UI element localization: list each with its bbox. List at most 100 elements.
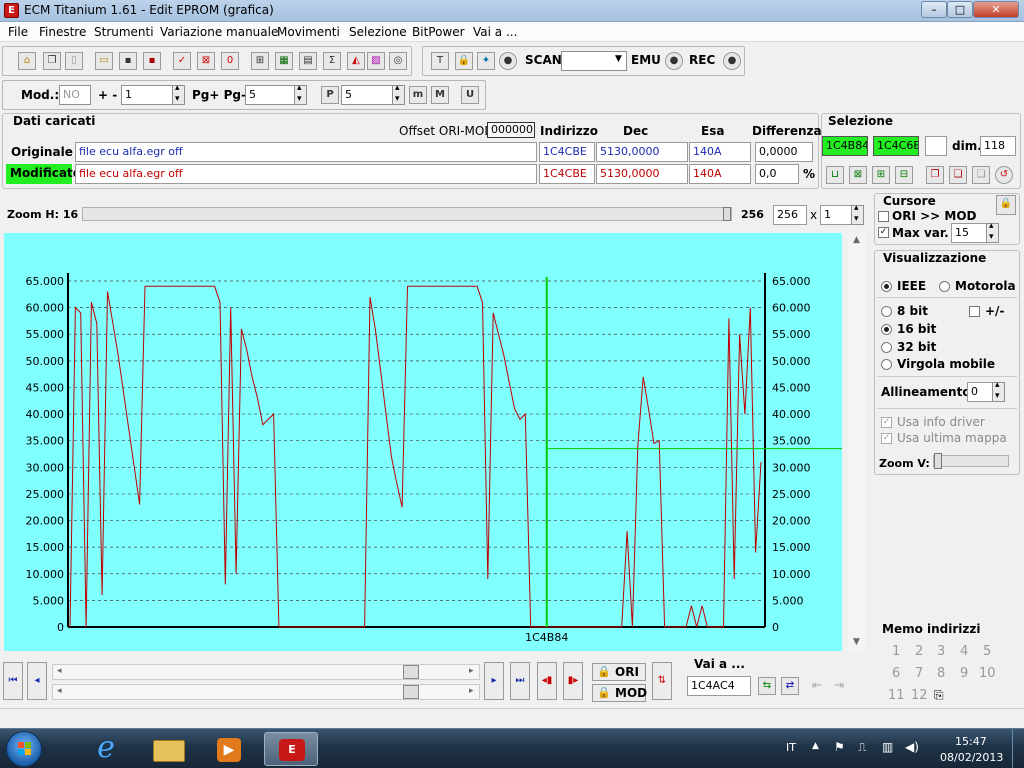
prev-page-icon[interactable]: ◂ — [27, 662, 47, 700]
zoom-h-slider[interactable] — [82, 207, 732, 221]
goto-ori-icon[interactable]: ⇆ — [758, 677, 776, 695]
scroll-left-icon[interactable]: ◂ — [57, 686, 62, 696]
tray-expand-icon[interactable]: ▲ — [812, 741, 819, 751]
menu-bitpower[interactable]: BitPower — [412, 25, 465, 39]
goto-mod-icon[interactable]: ⇄ — [781, 677, 799, 695]
runner-icon[interactable]: ✦ — [477, 52, 495, 70]
paste-disabled-icon[interactable]: ❏ — [972, 166, 990, 184]
undo-selection-icon[interactable]: ↺ — [995, 166, 1013, 184]
originale-differenza[interactable]: 0,0000 — [755, 142, 813, 162]
next-page-icon[interactable]: ▸ — [484, 662, 504, 700]
allineamento-field[interactable]: 0 — [967, 382, 993, 402]
dim-field[interactable]: 118 — [980, 136, 1016, 156]
floating-radio[interactable] — [881, 359, 892, 370]
save-icon[interactable]: ▪ — [119, 52, 137, 70]
modificato-differenza[interactable]: 0,0 — [755, 164, 799, 184]
max-var-spinner[interactable] — [986, 221, 999, 243]
swap-icon[interactable]: ⇅ — [652, 662, 672, 700]
usa-mappa-checkbox[interactable]: ✓ — [881, 433, 892, 444]
scroll-right-icon[interactable]: ▸ — [469, 686, 474, 696]
memo-slot[interactable]: 11 — [888, 688, 905, 703]
menu-movimenti[interactable]: Movimenti — [277, 25, 340, 39]
menu-finestre[interactable]: Finestre — [39, 25, 86, 39]
copy-icon[interactable]: ❐ — [43, 52, 61, 70]
forward-arrow-icon[interactable]: ⇥ — [834, 678, 844, 692]
lock-cursor-icon[interactable]: 🔒 — [996, 195, 1016, 215]
zoom-mult-field[interactable]: 1 — [820, 205, 852, 225]
step-spinner[interactable] — [172, 83, 185, 105]
p-icon[interactable]: P — [321, 86, 339, 104]
open-folder-icon[interactable]: ▭ — [95, 52, 113, 70]
terminal-icon[interactable]: T — [431, 52, 449, 70]
reset-icon[interactable]: 0 — [221, 52, 239, 70]
position-thumb[interactable] — [403, 665, 419, 679]
network-icon[interactable]: ▥ — [882, 740, 893, 754]
zoom-mult-spinner[interactable] — [851, 203, 864, 225]
select-end-icon[interactable]: ⊟ — [895, 166, 913, 184]
memo-slot[interactable]: 8 — [937, 666, 945, 681]
memo-slot[interactable]: 12 — [911, 688, 928, 703]
scroll-up-icon[interactable]: ▲ — [853, 235, 860, 245]
memo-slot[interactable]: 7 — [915, 666, 923, 681]
memo-slot[interactable]: 9 — [960, 666, 968, 681]
max-var-field[interactable]: 15 — [951, 223, 987, 243]
memo-slot[interactable]: 4 — [960, 644, 968, 659]
offset-field[interactable]: 000000 — [487, 122, 535, 138]
chart-area[interactable]: 0 0 5.000 5.000 10.000 10.000 15.000 15.000 20.0… — [4, 233, 842, 651]
map-icon[interactable]: ▨ — [367, 52, 385, 70]
ori-mod-checkbox[interactable] — [878, 211, 889, 222]
position-scrollbar-top[interactable]: ◂ ▸ — [52, 664, 480, 680]
m-upper-icon[interactable]: M — [431, 86, 449, 104]
scroll-right-icon[interactable]: ▸ — [469, 666, 474, 676]
close-button[interactable]: ✕ — [973, 1, 1019, 18]
paste-selection-icon[interactable]: ❏ — [949, 166, 967, 184]
memo-slot[interactable]: 2 — [915, 644, 923, 659]
calculator-icon[interactable]: ▦ — [275, 52, 293, 70]
internet-explorer-icon[interactable]: e — [80, 732, 132, 766]
binoculars-icon[interactable]: ◎ — [389, 52, 407, 70]
memo-slot[interactable]: 5 — [983, 644, 991, 659]
last-page-icon[interactable]: ⏭ — [510, 662, 530, 700]
modificato-esa[interactable]: 140A — [689, 164, 751, 184]
compare-icon[interactable]: ⊠ — [197, 52, 215, 70]
media-player-icon[interactable]: ▶ — [203, 732, 255, 766]
first-page-icon[interactable]: ⏮ — [3, 662, 23, 700]
back-arrow-icon[interactable]: ⇤ — [812, 678, 822, 692]
originale-indirizzo[interactable]: 1C4CBE — [539, 142, 595, 162]
8bit-radio[interactable] — [881, 306, 892, 317]
selection-start-field[interactable]: 1C4B84 — [822, 136, 868, 156]
next-diff-icon[interactable]: ▮▸ — [563, 662, 583, 700]
clock-time[interactable]: 15:47 — [955, 735, 987, 748]
minimize-button[interactable]: – — [921, 1, 947, 18]
volume-icon[interactable]: ◀) — [905, 740, 919, 754]
select-start-icon[interactable]: ⊔ — [826, 166, 844, 184]
action-center-icon[interactable]: ⚑ — [834, 740, 845, 754]
mod-button[interactable]: 🔒 MOD — [592, 684, 647, 702]
modificato-indirizzo[interactable]: 1C4CBE — [539, 164, 595, 184]
u-icon[interactable]: U — [461, 86, 479, 104]
32bit-radio[interactable] — [881, 342, 892, 353]
ecm-taskbar-icon[interactable]: E — [264, 732, 318, 766]
zoom-value-field[interactable]: 256 — [773, 205, 807, 225]
show-desktop-button[interactable] — [1012, 729, 1024, 768]
step-field[interactable]: 1 — [121, 85, 173, 105]
max-var-checkbox[interactable]: ✓ — [878, 227, 889, 238]
graph-icon[interactable]: ◭ — [347, 52, 365, 70]
emu-button-icon[interactable]: ● — [665, 52, 683, 70]
start-button-icon[interactable] — [6, 731, 42, 767]
record-icon[interactable]: ● — [499, 52, 517, 70]
memo-slot[interactable]: 3 — [937, 644, 945, 659]
explorer-folder-icon[interactable] — [143, 732, 195, 766]
p-spinner[interactable] — [392, 83, 405, 105]
sum-icon[interactable]: Σ — [323, 52, 341, 70]
scroll-down-icon[interactable]: ▼ — [853, 637, 860, 647]
menu-selezione[interactable]: Selezione — [349, 25, 407, 39]
allineamento-spinner[interactable] — [992, 380, 1005, 402]
save-as-icon[interactable]: ▪ — [143, 52, 161, 70]
scroll-left-icon[interactable]: ◂ — [57, 666, 62, 676]
menu-file[interactable]: File — [8, 25, 28, 39]
table-icon[interactable]: ▤ — [299, 52, 317, 70]
ori-button[interactable]: 🔒 ORI — [592, 663, 646, 681]
page-spinner[interactable] — [294, 83, 307, 105]
lock-icon[interactable]: 🔒 — [455, 52, 473, 70]
